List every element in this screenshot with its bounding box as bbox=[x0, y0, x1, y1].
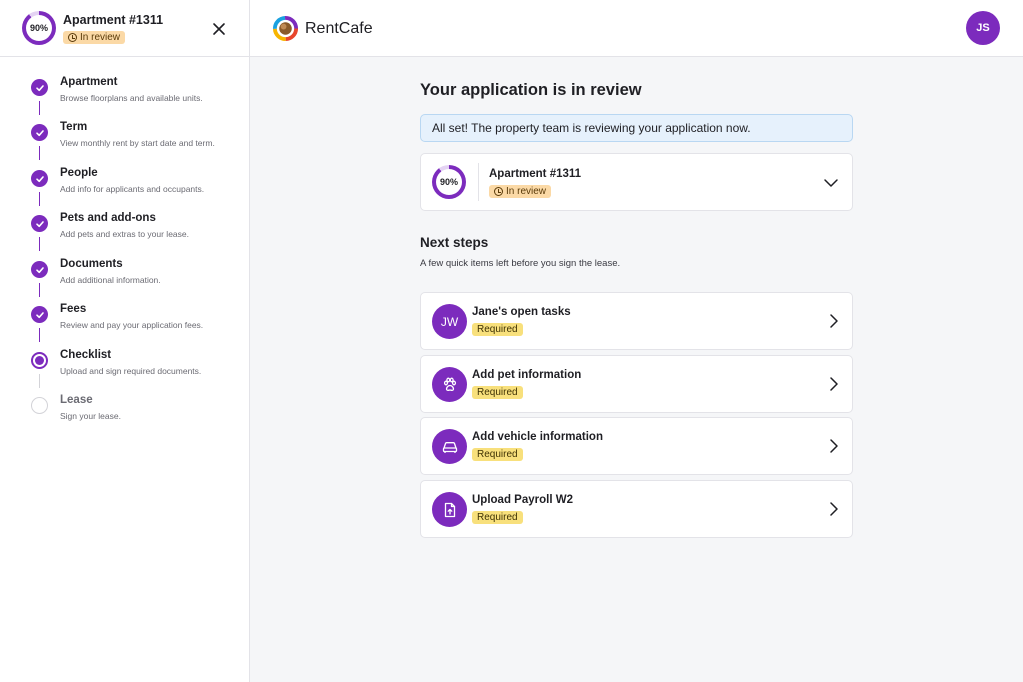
step-subtitle: Review and pay your application fees. bbox=[60, 320, 204, 330]
step-term[interactable]: Term View monthly rent by start date and… bbox=[0, 102, 249, 160]
required-badge: Required bbox=[472, 511, 523, 524]
task-title: Add pet information bbox=[472, 369, 582, 381]
step-subtitle: Add pets and extras to your lease. bbox=[60, 229, 189, 239]
task-title: Upload Payroll W2 bbox=[472, 494, 573, 506]
step-title: Pets and add-ons bbox=[60, 212, 156, 224]
sidebar-apartment-title: Apartment #1311 bbox=[63, 13, 164, 27]
task-janes-open-tasks[interactable]: JW Jane's open tasks Required bbox=[420, 292, 853, 350]
step-complete-icon bbox=[31, 170, 48, 187]
sidebar-header: 90% Apartment #1311 In review bbox=[0, 0, 249, 57]
next-steps-title: Next steps bbox=[420, 235, 489, 250]
clock-icon bbox=[494, 187, 503, 196]
status-notice: All set! The property team is reviewing … bbox=[420, 114, 853, 142]
required-badge: Required bbox=[472, 323, 523, 336]
step-complete-icon bbox=[31, 215, 48, 232]
progress-label: 90% bbox=[439, 177, 458, 187]
task-upload-payroll-w2[interactable]: Upload Payroll W2 Required bbox=[420, 480, 853, 538]
step-fees[interactable]: Fees Review and pay your application fee… bbox=[0, 284, 249, 342]
apartment-title: Apartment #1311 bbox=[489, 168, 582, 180]
user-avatar[interactable]: JS bbox=[966, 11, 1000, 45]
file-upload-icon bbox=[432, 492, 467, 527]
step-complete-icon bbox=[31, 306, 48, 323]
task-title: Jane's open tasks bbox=[472, 306, 571, 318]
step-checklist[interactable]: Checklist Upload and sign required docum… bbox=[0, 330, 249, 388]
status-badge: In review bbox=[63, 31, 126, 44]
step-title: People bbox=[60, 167, 98, 179]
step-subtitle: Sign your lease. bbox=[60, 411, 121, 421]
step-title: Checklist bbox=[60, 349, 112, 361]
rentcafe-logo-icon bbox=[272, 15, 299, 42]
step-subtitle: View monthly rent by start date and term… bbox=[60, 138, 215, 148]
brand-logo[interactable]: RentCafe bbox=[272, 15, 373, 42]
page-title: Your application is in review bbox=[420, 81, 642, 99]
step-title: Documents bbox=[60, 258, 123, 270]
paw-icon bbox=[432, 367, 467, 402]
apartment-card[interactable]: 90% Apartment #1311 In review bbox=[420, 153, 853, 211]
step-complete-icon bbox=[31, 79, 48, 96]
step-complete-icon bbox=[31, 261, 48, 278]
step-title: Fees bbox=[60, 303, 87, 315]
step-documents[interactable]: Documents Add additional information. bbox=[0, 239, 249, 297]
step-title: Term bbox=[60, 121, 88, 133]
chevron-right-icon bbox=[830, 314, 838, 328]
step-lease[interactable]: Lease Sign your lease. bbox=[0, 375, 249, 421]
required-badge: Required bbox=[472, 386, 523, 399]
status-label: In review bbox=[80, 32, 121, 43]
application-sidebar: 90% Apartment #1311 In review Apartment … bbox=[0, 0, 250, 682]
divider bbox=[478, 163, 479, 201]
brand-name: RentCafe bbox=[305, 19, 373, 37]
status-label: In review bbox=[506, 186, 547, 197]
user-avatar: JW bbox=[432, 304, 467, 339]
step-current-icon bbox=[31, 352, 48, 369]
car-icon bbox=[432, 429, 467, 464]
step-people[interactable]: People Add info for applicants and occup… bbox=[0, 148, 249, 206]
chevron-right-icon bbox=[830, 502, 838, 516]
task-add-vehicle-information[interactable]: Add vehicle information Required bbox=[420, 417, 853, 475]
required-badge: Required bbox=[472, 448, 523, 461]
chevron-right-icon bbox=[830, 377, 838, 391]
close-icon[interactable] bbox=[208, 18, 230, 40]
progress-ring: 90% bbox=[22, 11, 56, 45]
progress-label: 90% bbox=[29, 23, 48, 33]
step-title: Lease bbox=[60, 394, 93, 406]
step-complete-icon bbox=[31, 124, 48, 141]
chevron-right-icon bbox=[830, 439, 838, 453]
step-pets-and-add-ons[interactable]: Pets and add-ons Add pets and extras to … bbox=[0, 193, 249, 251]
chevron-down-icon[interactable] bbox=[823, 175, 839, 191]
task-add-pet-information[interactable]: Add pet information Required bbox=[420, 355, 853, 413]
top-bar: RentCafe JS bbox=[250, 0, 1023, 57]
step-title: Apartment bbox=[60, 76, 118, 88]
clock-icon bbox=[68, 33, 77, 42]
step-apartment[interactable]: Apartment Browse floorplans and availabl… bbox=[0, 57, 249, 115]
progress-ring: 90% bbox=[432, 165, 466, 199]
step-pending-icon bbox=[31, 397, 48, 414]
status-badge: In review bbox=[489, 185, 552, 198]
task-title: Add vehicle information bbox=[472, 431, 603, 443]
next-steps-subtitle: A few quick items left before you sign t… bbox=[420, 258, 621, 269]
